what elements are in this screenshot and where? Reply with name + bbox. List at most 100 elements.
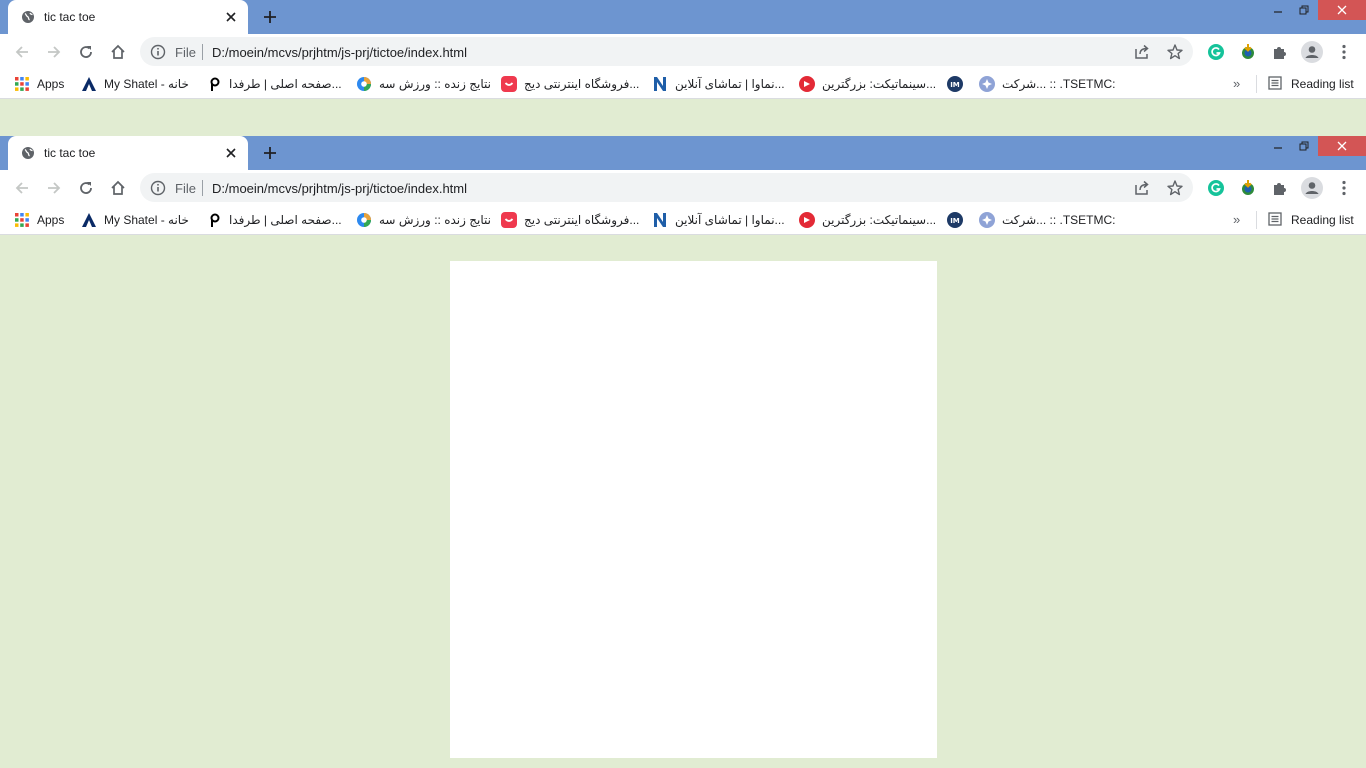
bookmark-star-icon[interactable] [1166, 43, 1184, 61]
browser-window-top: tic tac toe File D:/moein/mcvs/prjhtm/js… [0, 0, 1366, 103]
download-manager-icon[interactable] [1235, 175, 1261, 201]
menu-kebab-icon[interactable] [1331, 175, 1357, 201]
tab-close-icon[interactable] [222, 8, 240, 26]
extensions-puzzle-icon[interactable] [1267, 39, 1293, 65]
reading-list-icon [1268, 212, 1284, 228]
tab-tic-tac-toe[interactable]: tic tac toe [8, 136, 248, 170]
url-text[interactable]: D:/moein/mcvs/prjhtm/js-prj/tictoe/index… [212, 181, 467, 196]
address-bar[interactable]: File D:/moein/mcvs/prjhtm/js-prj/tictoe/… [140, 173, 1193, 202]
reading-list-icon [1268, 76, 1284, 92]
bookmark-shatel[interactable]: My Shatel - خانه [81, 212, 189, 228]
tab-title: tic tac toe [44, 146, 96, 160]
more-bookmarks-chevron-icon[interactable]: » [1233, 212, 1240, 227]
info-icon[interactable] [150, 44, 166, 60]
profile-avatar-icon[interactable] [1299, 39, 1325, 65]
bookmark-star-icon[interactable] [1166, 179, 1184, 197]
tsetmc-icon [979, 76, 995, 92]
cinematicket-icon [799, 76, 815, 92]
bookmark-apps[interactable]: Apps [14, 212, 64, 228]
tab-tic-tac-toe[interactable]: tic tac toe [8, 0, 248, 34]
bookmark-tsetmc[interactable]: شرکت... :: .TSETMC: [979, 76, 1116, 92]
forward-arrow-icon[interactable] [41, 39, 67, 65]
address-bar[interactable]: File D:/moein/mcvs/prjhtm/js-prj/tictoe/… [140, 37, 1193, 66]
window-close-icon[interactable] [1318, 0, 1366, 20]
url-scheme: File [175, 45, 196, 60]
tab-close-icon[interactable] [222, 144, 240, 162]
reading-list-button[interactable]: Reading list [1268, 76, 1354, 92]
bookmark-tarafdari[interactable]: صفحه اصلی | طرفدا... [206, 76, 342, 92]
reload-icon[interactable] [73, 175, 99, 201]
forward-arrow-icon[interactable] [41, 175, 67, 201]
home-icon[interactable] [105, 175, 131, 201]
restore-icon[interactable] [1292, 136, 1316, 156]
bookmark-digikala[interactable]: فروشگاه اینترنتی دیج... [501, 212, 639, 228]
url-text[interactable]: D:/moein/mcvs/prjhtm/js-prj/tictoe/index… [212, 45, 467, 60]
bookmarks-divider [1256, 211, 1257, 229]
info-icon[interactable] [150, 180, 166, 196]
namava-icon [652, 212, 668, 228]
new-tab-button[interactable] [258, 6, 282, 28]
bookmark-tarafdari[interactable]: صفحه اصلی | طرفدا... [206, 212, 342, 228]
bookmarks-bar: Apps My Shatel - خانه صفحه اصلی | طرفدا.… [0, 205, 1366, 235]
profile-avatar-icon[interactable] [1299, 175, 1325, 201]
im-icon: IM [947, 76, 963, 92]
back-arrow-icon[interactable] [9, 39, 35, 65]
tarafdari-icon [206, 76, 222, 92]
bookmark-varzesh3[interactable]: نتایج زنده :: ورزش سه [356, 76, 491, 92]
globe-icon [21, 10, 35, 24]
shatel-icon [81, 212, 97, 228]
more-bookmarks-chevron-icon[interactable]: » [1233, 76, 1240, 91]
bookmark-tsetmc[interactable]: شرکت... :: .TSETMC: [979, 212, 1116, 228]
bookmark-varzesh3[interactable]: نتایج زنده :: ورزش سه [356, 212, 491, 228]
grammarly-icon[interactable] [1203, 175, 1229, 201]
apps-grid-icon [14, 76, 30, 92]
url-scheme: File [175, 181, 196, 196]
url-separator [202, 180, 203, 196]
window-close-icon[interactable] [1318, 136, 1366, 156]
download-manager-icon[interactable] [1235, 39, 1261, 65]
new-tab-button[interactable] [258, 142, 282, 164]
tic-tac-toe-board[interactable] [450, 261, 937, 758]
bookmarks-divider [1256, 75, 1257, 93]
digikala-icon [501, 76, 517, 92]
toolbar: File D:/moein/mcvs/prjhtm/js-prj/tictoe/… [0, 34, 1366, 69]
tsetmc-icon [979, 212, 995, 228]
shatel-icon [81, 76, 97, 92]
browser-window-bottom: tic tac toe File D:/moein/mcvs/prjhtm/js… [0, 136, 1366, 239]
grammarly-icon[interactable] [1203, 39, 1229, 65]
reload-icon[interactable] [73, 39, 99, 65]
tab-title: tic tac toe [44, 10, 96, 24]
tab-strip: tic tac toe [0, 0, 1366, 34]
bookmark-cinematicket[interactable]: سینماتیکت: بزرگترین... [799, 212, 936, 228]
share-icon[interactable] [1133, 179, 1151, 197]
bookmark-apps[interactable]: Apps [14, 76, 64, 92]
namava-icon [652, 76, 668, 92]
globe-icon [21, 146, 35, 160]
home-icon[interactable] [105, 39, 131, 65]
bookmark-shatel[interactable]: My Shatel - خانه [81, 76, 189, 92]
extensions-puzzle-icon[interactable] [1267, 175, 1293, 201]
url-separator [202, 44, 203, 60]
bookmark-namava[interactable]: نماوا | تماشای آنلاین... [652, 76, 785, 92]
varzesh3-icon [356, 212, 372, 228]
digikala-icon [501, 212, 517, 228]
reading-list-button[interactable]: Reading list [1268, 212, 1354, 228]
svg-text:IM: IM [950, 81, 960, 89]
restore-icon[interactable] [1292, 0, 1316, 20]
tab-strip: tic tac toe [0, 136, 1366, 170]
bookmark-namava[interactable]: نماوا | تماشای آنلاین... [652, 212, 785, 228]
bookmark-im[interactable]: IM [947, 76, 970, 92]
menu-kebab-icon[interactable] [1331, 39, 1357, 65]
toolbar: File D:/moein/mcvs/prjhtm/js-prj/tictoe/… [0, 170, 1366, 205]
bookmark-digikala[interactable]: فروشگاه اینترنتی دیج... [501, 76, 639, 92]
minimize-icon[interactable] [1266, 136, 1290, 156]
bookmark-im[interactable]: IM [947, 212, 970, 228]
back-arrow-icon[interactable] [9, 175, 35, 201]
page-content [0, 239, 1366, 768]
im-icon: IM [947, 212, 963, 228]
share-icon[interactable] [1133, 43, 1151, 61]
apps-grid-icon [14, 212, 30, 228]
tarafdari-icon [206, 212, 222, 228]
bookmark-cinematicket[interactable]: سینماتیکت: بزرگترین... [799, 76, 936, 92]
minimize-icon[interactable] [1266, 0, 1290, 20]
